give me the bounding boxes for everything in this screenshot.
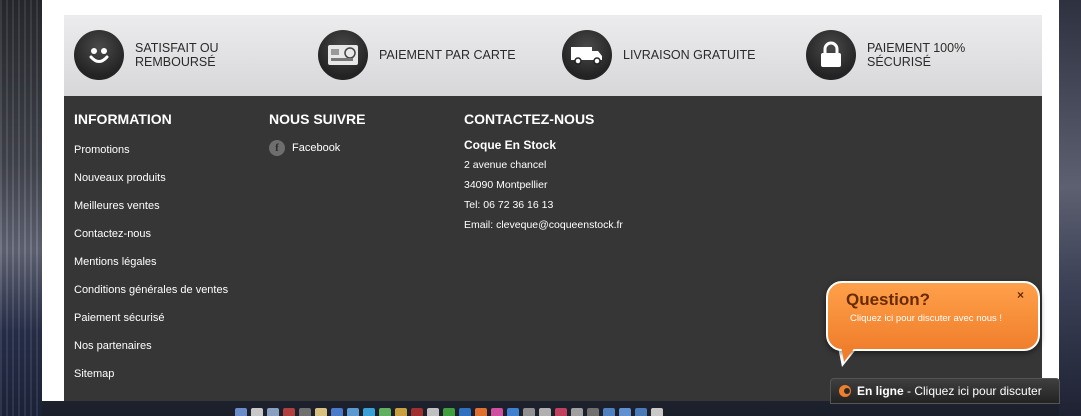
dock-app-icon[interactable] <box>315 408 327 416</box>
dock-app-icon[interactable] <box>411 408 423 416</box>
dock-app-icon[interactable] <box>267 408 279 416</box>
dock-app-icon[interactable] <box>619 408 631 416</box>
information-title: INFORMATION <box>74 111 172 127</box>
contact-email: Email: cleveque@coqueenstock.fr <box>464 219 623 231</box>
footer-link-partners[interactable]: Nos partenaires <box>74 339 228 367</box>
dock-app-icon[interactable] <box>523 408 535 416</box>
dock-app-icon[interactable] <box>587 408 599 416</box>
chat-bubble-tail-fill <box>841 346 856 362</box>
dock-app-icon[interactable] <box>363 408 375 416</box>
facebook-label: Facebook <box>292 142 341 154</box>
dock-app-icon[interactable] <box>555 408 567 416</box>
os-dock <box>235 408 663 416</box>
dock-app-icon[interactable] <box>603 408 615 416</box>
reassurance-label: PAIEMENT PAR CARTE <box>379 48 516 62</box>
dock-app-icon[interactable] <box>635 408 647 416</box>
chat-bar[interactable]: En ligne - Cliquez ici pour discuter <box>830 378 1060 404</box>
dock-app-icon[interactable] <box>539 408 551 416</box>
dock-app-icon[interactable] <box>283 408 295 416</box>
dock-app-icon[interactable] <box>651 408 663 416</box>
footer-link-contact[interactable]: Contactez-nous <box>74 227 228 255</box>
reassurance-item-secure-payment: PAIEMENT 100% SÉCURISÉ <box>806 30 1017 80</box>
dock-app-icon[interactable] <box>475 408 487 416</box>
site-footer: INFORMATION Promotions Nouveaux produits… <box>64 96 1042 401</box>
chat-bubble[interactable]: Question? Cliquez ici pour discuter avec… <box>826 281 1040 351</box>
dock-app-icon[interactable] <box>443 408 455 416</box>
dock-app-icon[interactable] <box>459 408 471 416</box>
reassurance-label: LIVRAISON GRATUITE <box>623 48 756 62</box>
reassurance-item-free-delivery: LIVRAISON GRATUITE <box>562 30 773 80</box>
dock-app-icon[interactable] <box>571 408 583 416</box>
contact-details: 2 avenue chancel 34090 Montpellier Tel: … <box>464 158 623 238</box>
dock-app-icon[interactable] <box>235 408 247 416</box>
reassurance-item-card-payment: PAIEMENT PAR CARTE <box>318 30 529 80</box>
information-links: Promotions Nouveaux produits Meilleures … <box>74 143 228 395</box>
footer-link-secure-payment[interactable]: Paiement sécurisé <box>74 311 228 339</box>
chat-bar-action: - Cliquez ici pour discuter <box>903 384 1042 398</box>
dock-app-icon[interactable] <box>427 408 439 416</box>
reassurance-label: SATISFAIT OU REMBOURSÉ <box>135 41 219 69</box>
credit-card-icon <box>318 30 368 80</box>
dock-app-icon[interactable] <box>395 408 407 416</box>
dock-app-icon[interactable] <box>507 408 519 416</box>
background-left-edge <box>0 0 42 416</box>
smiley-icon <box>74 30 124 80</box>
follow-title: NOUS SUIVRE <box>269 111 366 127</box>
chat-bubble-subtitle: Cliquez ici pour discuter avec nous ! <box>850 313 1003 324</box>
footer-link-terms-of-sale[interactable]: Conditions générales de ventes <box>74 283 228 311</box>
chat-status-label: En ligne <box>857 384 904 398</box>
chat-bar-label: En ligne - Cliquez ici pour discuter <box>857 384 1042 398</box>
facebook-icon: f <box>269 140 285 156</box>
chat-bubble-title: Question? <box>846 290 931 309</box>
background-right-edge <box>1059 0 1081 416</box>
dock-app-icon[interactable] <box>299 408 311 416</box>
reassurance-label: PAIEMENT 100% SÉCURISÉ <box>867 41 966 69</box>
dock-app-icon[interactable] <box>491 408 503 416</box>
dock-app-icon[interactable] <box>331 408 343 416</box>
footer-link-best-sellers[interactable]: Meilleures ventes <box>74 199 228 227</box>
close-icon[interactable]: × <box>1017 288 1024 302</box>
footer-link-sitemap[interactable]: Sitemap <box>74 367 228 395</box>
reassurance-item-satisfaction: SATISFAIT OU REMBOURSÉ <box>74 30 285 80</box>
footer-link-legal-notice[interactable]: Mentions légales <box>74 255 228 283</box>
footer-link-promotions[interactable]: Promotions <box>74 143 228 171</box>
dock-app-icon[interactable] <box>379 408 391 416</box>
padlock-icon <box>806 30 856 80</box>
facebook-link[interactable]: f Facebook <box>269 140 340 156</box>
dock-app-icon[interactable] <box>251 408 263 416</box>
contact-phone: Tel: 06 72 36 16 13 <box>464 199 554 211</box>
contact-city: 34090 Montpellier <box>464 179 548 191</box>
footer-link-new-products[interactable]: Nouveaux produits <box>74 171 228 199</box>
contact-address: 2 avenue chancel <box>464 159 547 171</box>
delivery-truck-icon <box>562 30 612 80</box>
reassurance-band: SATISFAIT OU REMBOURSÉ PAIEMENT PAR CART… <box>64 15 1042 96</box>
chat-status-icon <box>839 385 851 397</box>
contact-title: CONTACTEZ-NOUS <box>464 111 595 127</box>
dock-app-icon[interactable] <box>347 408 359 416</box>
contact-company: Coque En Stock <box>464 138 557 152</box>
